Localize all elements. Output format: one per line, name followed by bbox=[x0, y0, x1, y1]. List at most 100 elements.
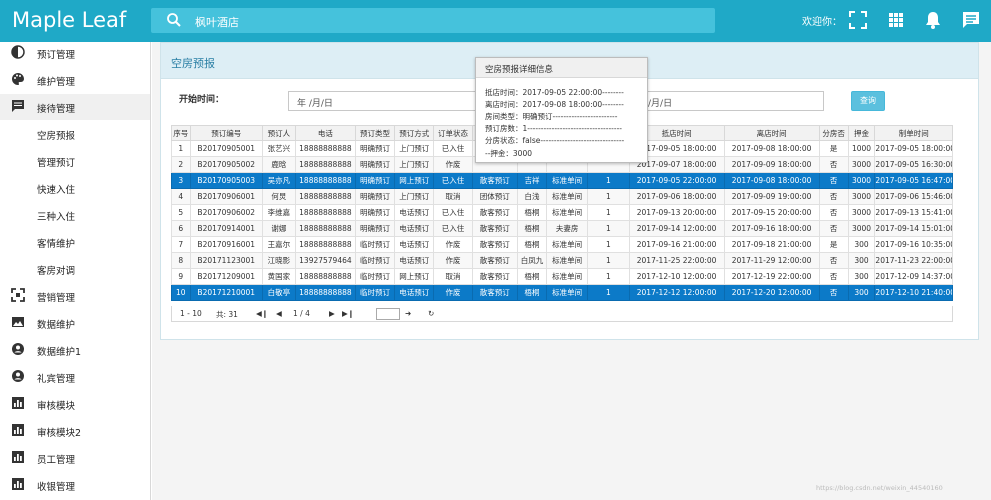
table-cell: 取消 bbox=[433, 188, 473, 205]
sidebar-item[interactable]: 空房预报 bbox=[0, 121, 150, 147]
table-cell: 网上预订 bbox=[394, 268, 435, 285]
grid-apps-icon[interactable] bbox=[886, 10, 906, 30]
sidebar-item[interactable]: 三种入住 bbox=[0, 202, 150, 228]
table-cell: 取消 bbox=[433, 268, 473, 285]
table-row[interactable]: 5 B20170906002 李维嘉 18888888888 明确预订 电话预订 已入住 散客… bbox=[171, 204, 953, 221]
table-cell: 是 bbox=[818, 140, 849, 157]
sidebar-item-label: 接待管理 bbox=[37, 104, 76, 115]
sidebar-item[interactable]: 审核模块 bbox=[0, 391, 150, 417]
table-cell: 2017-12-12 12:00:00 bbox=[628, 284, 725, 301]
refresh-icon[interactable]: ↻ bbox=[428, 309, 434, 318]
sidebar-item[interactable]: 预订管理 bbox=[0, 40, 150, 66]
column-header[interactable]: 预订编号 bbox=[189, 125, 263, 141]
column-header[interactable]: 分房否 bbox=[818, 125, 849, 141]
sidebar-item-label: 客情维护 bbox=[37, 239, 76, 250]
fullscreen-icon[interactable] bbox=[848, 10, 868, 30]
bar-chart-icon bbox=[12, 451, 24, 463]
start-date-input[interactable]: 年 /月/日 bbox=[288, 91, 478, 111]
query-button[interactable]: 查询 bbox=[851, 91, 885, 111]
scan-icon bbox=[11, 288, 25, 302]
page-input-box[interactable] bbox=[376, 308, 400, 320]
table-cell: 否 bbox=[818, 172, 849, 189]
next-page-icon[interactable]: ▶ bbox=[329, 309, 335, 318]
sidebar-item[interactable]: 员工管理 bbox=[0, 445, 150, 471]
bell-icon[interactable] bbox=[923, 10, 943, 30]
table-cell: 电话预订 bbox=[394, 204, 435, 221]
table-cell: 2017-09-09 19:00:00 bbox=[723, 188, 820, 205]
table-cell: 李维嘉 bbox=[261, 204, 296, 221]
sidebar-item-label: 数据维护1 bbox=[37, 347, 82, 358]
sidebar-item[interactable]: 客房对调 bbox=[0, 256, 150, 282]
sidebar-item[interactable]: 数据维护1 bbox=[0, 337, 150, 363]
column-header[interactable]: 预订类型 bbox=[354, 125, 396, 141]
column-header[interactable]: 押金 bbox=[847, 125, 876, 141]
table-cell: 1000 bbox=[847, 140, 876, 157]
table-cell: B20171210001 bbox=[189, 284, 263, 301]
sidebar-item[interactable]: 客情维护 bbox=[0, 229, 150, 255]
sidebar-item-label: 空房预报 bbox=[37, 131, 76, 142]
last-page-icon[interactable]: ▶❙ bbox=[342, 309, 354, 318]
column-header[interactable]: 预订方式 bbox=[394, 125, 435, 141]
table-cell: 10 bbox=[171, 284, 191, 301]
search-box[interactable]: 枫叶酒店 bbox=[151, 8, 715, 33]
sidebar-item[interactable]: 维护管理 bbox=[0, 67, 150, 93]
sidebar-item[interactable]: 审核模块2 bbox=[0, 418, 150, 444]
start-time-label: 开始时间： bbox=[179, 95, 225, 105]
sidebar-item[interactable]: 收银管理 bbox=[0, 472, 150, 498]
table-cell: 3000 bbox=[847, 172, 876, 189]
table-cell: 黄国家 bbox=[261, 268, 296, 285]
column-header[interactable]: 电话 bbox=[294, 125, 356, 141]
table-cell: 300 bbox=[847, 236, 876, 253]
table-cell: 3000 bbox=[847, 204, 876, 221]
sidebar-item-label: 礼宾管理 bbox=[37, 374, 76, 385]
column-header[interactable]: 离店时间 bbox=[723, 125, 820, 141]
chat-icon[interactable] bbox=[961, 10, 981, 30]
table-cell: 否 bbox=[818, 220, 849, 237]
table-cell: 1 bbox=[587, 268, 630, 285]
first-page-icon[interactable]: ◀❙ bbox=[256, 309, 268, 318]
table-cell: 1 bbox=[587, 220, 630, 237]
table-row[interactable]: 9 B20171209001 黄国家 18888888888 临时预订 网上预订 取消 散客预… bbox=[171, 268, 953, 285]
table-cell: 1 bbox=[587, 172, 630, 189]
table-row[interactable]: 6 B20170914001 谢娜 18888888888 明确预订 电话预订 已入住 散客预… bbox=[171, 220, 953, 237]
table-cell: 1 bbox=[587, 284, 630, 301]
column-header[interactable]: 订单状态 bbox=[433, 125, 473, 141]
sidebar-item[interactable]: 数据维护 bbox=[0, 310, 150, 336]
table-row[interactable]: 8 B20171123001 江晓影 13927579464 临时预订 电话预订 作废 散客预… bbox=[171, 252, 953, 269]
table-row[interactable]: 3 B20170905003 吴亦凡 18888888888 明确预订 网上预订 已入住 散客… bbox=[171, 172, 953, 189]
sidebar-item[interactable]: 接待管理 bbox=[0, 94, 150, 120]
column-header[interactable]: 预订人 bbox=[261, 125, 296, 141]
table-cell: 18888888888 bbox=[294, 204, 356, 221]
table-cell: 电话预订 bbox=[394, 284, 435, 301]
detail-tooltip: 空房预报详细信息 抵店时间：2017-09-05 22:00:00-------… bbox=[475, 57, 648, 163]
bar-chart-icon bbox=[12, 397, 24, 409]
column-header[interactable]: 序号 bbox=[171, 125, 191, 141]
table-row[interactable]: 4 B20170906001 何炅 18888888888 明确预订 上门预订 取消 团体预订… bbox=[171, 188, 953, 205]
sidebar-item[interactable]: 礼宾管理 bbox=[0, 364, 150, 390]
table-cell: B20171209001 bbox=[189, 268, 263, 285]
table-cell: 2017-09-05 18:00:00 bbox=[874, 140, 953, 157]
table-cell: 1 bbox=[587, 236, 630, 253]
table-cell: 上门预订 bbox=[394, 188, 435, 205]
table-cell: 18888888888 bbox=[294, 268, 356, 285]
table-cell: 2017-09-13 20:00:00 bbox=[628, 204, 725, 221]
app-logo[interactable]: Maple Leaf bbox=[12, 8, 126, 32]
column-header[interactable]: 制单时间 bbox=[874, 125, 953, 141]
table-row[interactable]: 7 B20170916001 王嘉尔 18888888888 临时预订 电话预订 作废 散客预… bbox=[171, 236, 953, 253]
table-cell: 明确预订 bbox=[354, 172, 396, 189]
table-cell: 标准单间 bbox=[545, 236, 589, 253]
sidebar-item[interactable]: 营销管理 bbox=[0, 283, 150, 309]
prev-page-icon[interactable]: ◀ bbox=[276, 309, 282, 318]
search-input[interactable]: 枫叶酒店 bbox=[195, 14, 239, 30]
table-cell: B20170914001 bbox=[189, 220, 263, 237]
go-arrow-icon[interactable]: ➜ bbox=[405, 309, 411, 318]
sidebar-item[interactable]: 管理预订 bbox=[0, 148, 150, 174]
table-cell: 散客预订 bbox=[471, 172, 519, 189]
end-date-input[interactable]: /月/日 bbox=[639, 91, 824, 111]
sidebar-item[interactable]: 快速入住 bbox=[0, 175, 150, 201]
search-icon[interactable] bbox=[166, 12, 182, 28]
sidebar: 预订管理 维护管理接待管理空房预报管理预订 快速入住 三种入住客情维护客房对调 营销管理… bbox=[0, 42, 151, 500]
tooltip-line: 抵店时间：2017-09-05 22:00:00-------- bbox=[485, 88, 624, 97]
pager-page: 1 / 4 bbox=[293, 309, 310, 318]
table-row[interactable]: 10 B20171210001 白敬亭 18888888888 临时预订 电话预订 作废 散客… bbox=[171, 284, 953, 301]
